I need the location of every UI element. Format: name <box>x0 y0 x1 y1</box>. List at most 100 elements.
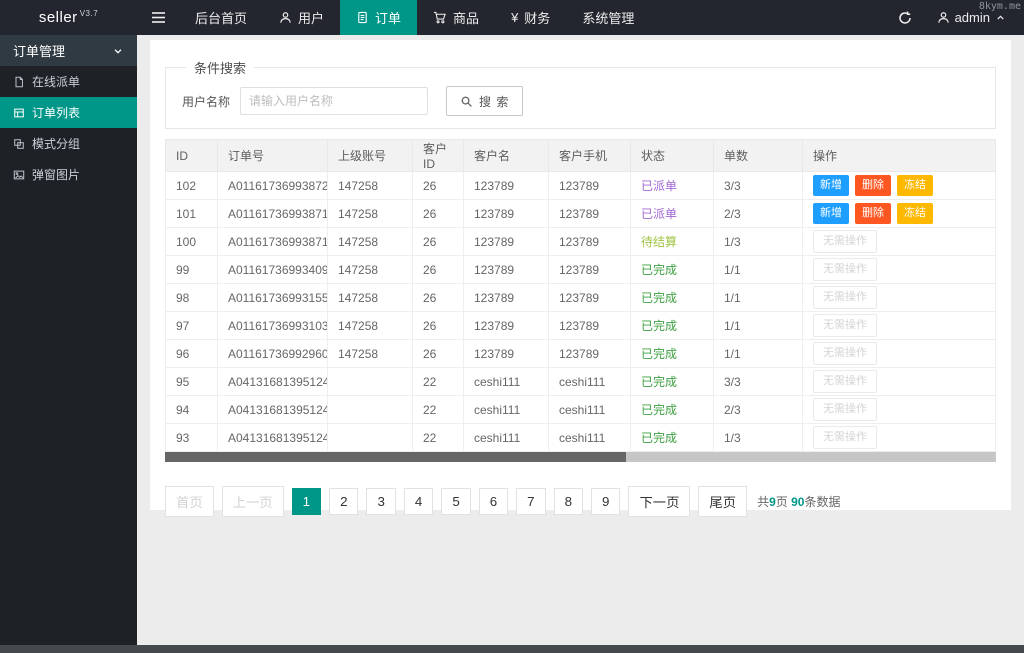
search-button[interactable]: 搜 索 <box>446 86 523 116</box>
cell-customer-name: 123789 <box>464 172 549 200</box>
no-action-button: 无需操作 <box>813 426 877 448</box>
cell-customer-id: 26 <box>413 256 464 284</box>
cell-count: 2/3 <box>714 200 803 228</box>
no-action-button: 无需操作 <box>813 286 877 308</box>
sidebar-item-online-dispatch[interactable]: 在线派单 <box>0 66 137 97</box>
pagination-last-button[interactable]: 尾页 <box>698 486 747 517</box>
cell-status: 待结算 <box>631 228 714 256</box>
cell-id: 95 <box>166 368 218 396</box>
col-header-actions: 操作 <box>803 140 996 172</box>
cell-customer-name: 123789 <box>464 284 549 312</box>
freeze-button[interactable]: 冻结 <box>897 203 933 223</box>
top-nav-label: 订单 <box>375 8 401 27</box>
menu-toggle-icon[interactable] <box>137 0 179 35</box>
cell-id: 97 <box>166 312 218 340</box>
status-badge: 已完成 <box>641 291 677 305</box>
app-logo[interactable]: sellerV3.7 <box>0 0 137 35</box>
page-button-1[interactable]: 1 <box>292 488 321 515</box>
app-logo-text: seller <box>39 9 78 26</box>
no-action-button: 无需操作 <box>813 258 877 280</box>
delete-button[interactable]: 删除 <box>855 203 891 223</box>
pagination-prev-button[interactable]: 上一页 <box>222 486 284 517</box>
cell-customer-phone: ceshi111 <box>549 396 631 424</box>
sidebar-group-order-management[interactable]: 订单管理 <box>0 35 137 66</box>
pagination-first-button[interactable]: 首页 <box>165 486 214 517</box>
cell-customer-id: 26 <box>413 340 464 368</box>
search-icon <box>460 95 473 108</box>
freeze-button[interactable]: 冻结 <box>897 175 933 195</box>
cell-customer-phone: 123789 <box>549 284 631 312</box>
pagination-next-button[interactable]: 下一页 <box>628 486 690 517</box>
col-header-customer-name: 客户名 <box>464 140 549 172</box>
cell-actions: 新增删除冻结 <box>803 200 996 228</box>
search-button-label: 搜 索 <box>479 93 509 110</box>
cell-parent-account <box>328 424 413 452</box>
cell-order-no: A04131681395124598 <box>218 368 328 396</box>
cell-customer-name: 123789 <box>464 256 549 284</box>
page-button-8[interactable]: 8 <box>554 488 583 515</box>
top-nav-system[interactable]: 系统管理 <box>566 0 650 35</box>
horizontal-scrollbar[interactable] <box>165 452 996 462</box>
status-badge: 已完成 <box>641 263 677 277</box>
content-card: 条件搜索 用户名称 搜 索 ID订单号上级账号客户ID客户名客户手机状态单数操作… <box>150 40 1011 510</box>
delete-button[interactable]: 删除 <box>855 175 891 195</box>
page-button-3[interactable]: 3 <box>366 488 395 515</box>
sidebar-item-mode-group[interactable]: 模式分组 <box>0 128 137 159</box>
no-action-button: 无需操作 <box>813 398 877 420</box>
watermark: 8kym.me <box>979 1 1021 12</box>
cell-actions: 无需操作 <box>803 256 996 284</box>
page-button-9[interactable]: 9 <box>591 488 620 515</box>
username-input[interactable] <box>240 87 428 115</box>
topbar: sellerV3.7 后台首页用户 订单商品¥财务系统管理 admin 8kym.… <box>0 0 1024 35</box>
top-nav-label: 后台首页 <box>195 8 247 27</box>
table-row: 97A0116173699310351214725826123789123789… <box>166 312 996 340</box>
add-button[interactable]: 新增 <box>813 203 849 223</box>
scrollbar-thumb[interactable] <box>165 452 626 462</box>
status-badge: 已完成 <box>641 319 677 333</box>
cell-order-no: A01161736993871276 <box>218 200 328 228</box>
sidebar-item-label: 弹窗图片 <box>32 166 80 183</box>
sidebar-item-order-list[interactable]: 订单列表 <box>0 97 137 128</box>
cell-id: 93 <box>166 424 218 452</box>
sidebar-item-label: 订单列表 <box>32 104 80 121</box>
cell-count: 1/3 <box>714 424 803 452</box>
page-button-7[interactable]: 7 <box>516 488 545 515</box>
username: admin <box>955 10 990 25</box>
cell-parent-account: 147258 <box>328 312 413 340</box>
status-badge: 已派单 <box>641 179 677 193</box>
sidebar-item-popup-image[interactable]: 弹窗图片 <box>0 159 137 190</box>
table-header-row: ID订单号上级账号客户ID客户名客户手机状态单数操作 <box>166 140 996 172</box>
top-nav: 后台首页用户 订单商品¥财务系统管理 <box>179 0 650 35</box>
table-row: 94A0413168139512431222ceshi111ceshi111已完… <box>166 396 996 424</box>
chevron-down-icon <box>112 45 124 57</box>
table-row: 98A0116173699315562814725826123789123789… <box>166 284 996 312</box>
page-button-6[interactable]: 6 <box>479 488 508 515</box>
sidebar: 订单管理 在线派单订单列表模式分组弹窗图片 <box>0 35 137 645</box>
cell-customer-id: 26 <box>413 312 464 340</box>
top-nav-goods[interactable]: 商品 <box>417 0 495 35</box>
sidebar-menu: 在线派单订单列表模式分组弹窗图片 <box>0 66 137 190</box>
cell-customer-phone: 123789 <box>549 172 631 200</box>
cell-parent-account <box>328 396 413 424</box>
cell-order-no: A01161736993409151 <box>218 256 328 284</box>
top-nav-home[interactable]: 后台首页 <box>179 0 263 35</box>
cell-parent-account: 147258 <box>328 284 413 312</box>
cell-customer-phone: ceshi111 <box>549 368 631 396</box>
cell-count: 1/3 <box>714 228 803 256</box>
add-button[interactable]: 新增 <box>813 175 849 195</box>
page-button-4[interactable]: 4 <box>404 488 433 515</box>
page-button-2[interactable]: 2 <box>329 488 358 515</box>
top-nav-users[interactable]: 用户 <box>263 0 340 35</box>
refresh-icon <box>898 11 912 25</box>
table-row: 101A011617369938712761472582612378912378… <box>166 200 996 228</box>
col-header-parent-account: 上级账号 <box>328 140 413 172</box>
top-nav-orders[interactable]: 订单 <box>340 0 417 35</box>
cell-actions: 无需操作 <box>803 368 996 396</box>
refresh-button[interactable] <box>883 0 927 35</box>
cell-parent-account <box>328 368 413 396</box>
page-button-5[interactable]: 5 <box>441 488 470 515</box>
orders-table: ID订单号上级账号客户ID客户名客户手机状态单数操作 102A011617369… <box>165 139 996 452</box>
cell-status: 已完成 <box>631 340 714 368</box>
top-nav-finance[interactable]: ¥财务 <box>495 0 566 35</box>
table-row: 95A0413168139512459822ceshi111ceshi111已完… <box>166 368 996 396</box>
